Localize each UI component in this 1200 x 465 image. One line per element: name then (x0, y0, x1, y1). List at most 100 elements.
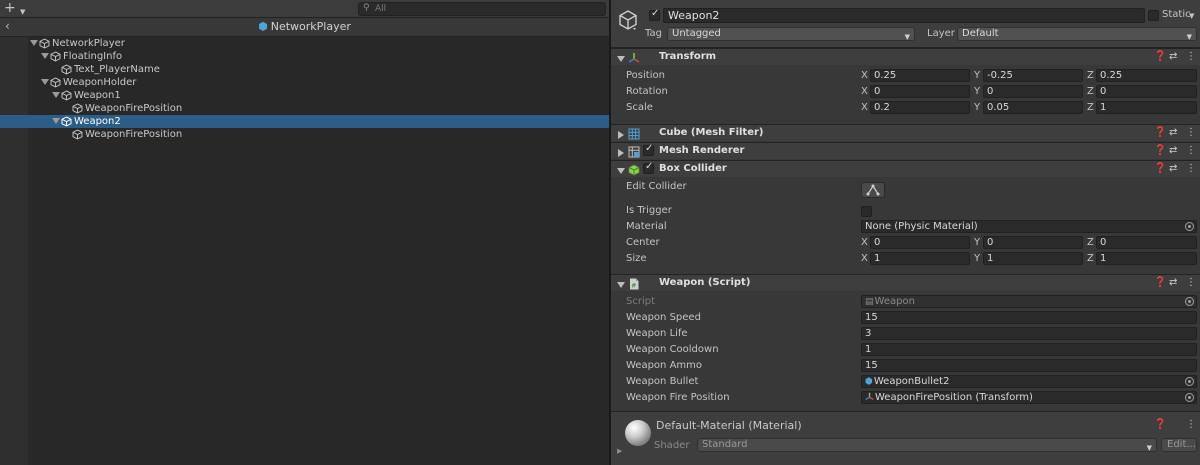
object-picker-icon[interactable] (1185, 377, 1194, 386)
more-options-icon[interactable]: ⋮ (1186, 277, 1196, 288)
size-y-field[interactable]: 1 (983, 252, 1083, 265)
center-x-field[interactable]: 0 (870, 236, 970, 249)
fold-open-icon[interactable] (617, 165, 625, 178)
hierarchy-item[interactable]: WeaponFirePosition (0, 102, 609, 115)
weapon-script-header[interactable]: # Weapon (Script) ❓ ⇄ ⋮ (611, 274, 1200, 291)
help-icon[interactable]: ❓ (1154, 127, 1166, 138)
script-field-input[interactable]: 3 (861, 327, 1197, 340)
edit-shader-button[interactable]: Edit... (1161, 438, 1197, 452)
component-tools: ❓ ⇄ ⋮ (1152, 145, 1196, 158)
help-icon[interactable]: ❓ (1154, 277, 1166, 288)
hierarchy-item[interactable]: WeaponFirePosition (0, 128, 609, 141)
fold-open-icon[interactable] (617, 279, 625, 292)
edit-collider-button[interactable] (861, 182, 885, 198)
fold-open-icon[interactable] (52, 91, 60, 99)
fold-open-icon[interactable] (30, 39, 38, 47)
scale-x-field[interactable]: 0.2 (870, 101, 970, 114)
object-picker-icon[interactable] (1185, 393, 1194, 402)
more-options-icon[interactable]: ⋮ (1186, 145, 1196, 156)
fold-open-icon[interactable] (41, 52, 49, 60)
more-options-icon[interactable]: ⋮ (1186, 419, 1196, 430)
script-value: Weapon (874, 296, 915, 307)
static-checkbox[interactable] (1148, 10, 1159, 21)
physic-material-field[interactable]: None (Physic Material) (861, 220, 1197, 233)
more-options-icon[interactable]: ⋮ (1186, 163, 1196, 174)
mesh-renderer-title: Mesh Renderer (659, 145, 745, 156)
mesh-filter-title: Cube (Mesh Filter) (659, 127, 764, 138)
script-field-label: Weapon Speed (626, 312, 701, 323)
preset-icon[interactable]: ⇄ (1169, 277, 1177, 288)
fold-open-icon[interactable] (617, 53, 625, 66)
more-options-icon[interactable]: ⋮ (1186, 51, 1196, 62)
mesh-renderer-icon (628, 146, 640, 161)
position-y-field[interactable]: -0.25 (983, 69, 1083, 82)
y-axis-label: Y (974, 237, 981, 248)
is-trigger-checkbox[interactable] (861, 206, 872, 217)
help-icon[interactable]: ❓ (1154, 163, 1166, 174)
center-y-field[interactable]: 0 (983, 236, 1083, 249)
object-picker-icon[interactable] (1185, 222, 1194, 231)
hierarchy-item[interactable]: Weapon1 (0, 89, 609, 102)
material-preview-sphere (625, 420, 651, 446)
prefab-cube-icon: ⬢ (258, 20, 268, 33)
gameobject-cube-icon (61, 90, 72, 101)
rotation-z-field[interactable]: 0 (1096, 85, 1197, 98)
script-field-input[interactable]: 15 (861, 359, 1197, 372)
weapon-fire-position-field[interactable]: WeaponFirePosition (Transform) (861, 391, 1197, 404)
scale-y-field[interactable]: 0.05 (983, 101, 1083, 114)
hierarchy-item[interactable]: NetworkPlayer (0, 37, 609, 50)
layer-dropdown[interactable]: Default ▼ (957, 27, 1197, 41)
size-x-field[interactable]: 1 (870, 252, 970, 265)
size-z-field[interactable]: 1 (1096, 252, 1197, 265)
tag-dropdown[interactable]: Untagged ▼ (667, 27, 915, 41)
scale-z-field[interactable]: 1 (1096, 101, 1197, 114)
center-z-field[interactable]: 0 (1096, 236, 1197, 249)
hierarchy-item[interactable]: Text_PlayerName (0, 63, 609, 76)
help-icon[interactable]: ❓ (1154, 51, 1166, 62)
mesh-renderer-header[interactable]: ✓ Mesh Renderer ❓ ⇄ ⋮ (611, 142, 1200, 159)
rotation-x-field[interactable]: 0 (870, 85, 970, 98)
object-name-input[interactable]: Weapon2 (663, 8, 1145, 23)
mesh-renderer-enabled-checkbox[interactable]: ✓ (643, 143, 654, 156)
hierarchy-search-input[interactable]: ⚲ All (358, 2, 606, 16)
mesh-filter-header[interactable]: Cube (Mesh Filter) ❓ ⇄ ⋮ (611, 124, 1200, 141)
hierarchy-item[interactable]: FloatingInfo (0, 50, 609, 63)
weapon-bullet-value: WeaponBullet2 (873, 376, 950, 387)
preset-icon[interactable]: ⇄ (1169, 145, 1177, 156)
help-icon[interactable]: ❓ (1154, 419, 1166, 430)
transform-header[interactable]: Transform ❓ ⇄ ⋮ (611, 48, 1200, 65)
gameobject-cube-icon (61, 116, 72, 127)
rotation-y-field[interactable]: 0 (983, 85, 1083, 98)
more-options-icon[interactable]: ⋮ (1186, 127, 1196, 138)
transform-title: Transform (659, 51, 717, 62)
transform-axes-icon (865, 392, 874, 403)
script-field-input[interactable]: 15 (861, 311, 1197, 324)
add-object-button[interactable]: + ▼ (4, 1, 30, 17)
fold-open-icon[interactable] (52, 117, 60, 125)
fold-closed-icon[interactable] (617, 147, 625, 160)
hierarchy-item[interactable]: Weapon2 (0, 115, 609, 128)
static-dropdown-icon[interactable]: ▼ (1189, 12, 1194, 20)
svg-text:#: # (631, 283, 636, 290)
fold-closed-icon[interactable]: ▶ (617, 447, 622, 455)
fold-closed-icon[interactable] (617, 129, 625, 142)
hierarchy-item[interactable]: WeaponHolder (0, 76, 609, 89)
search-placeholder: All (375, 4, 387, 14)
script-field-input[interactable]: 1 (861, 343, 1197, 356)
position-x-field[interactable]: 0.25 (870, 69, 970, 82)
shader-dropdown[interactable]: Standard ▼ (697, 438, 1157, 452)
weapon-bullet-label: Weapon Bullet (626, 376, 699, 387)
preset-icon[interactable]: ⇄ (1169, 163, 1177, 174)
position-z-field[interactable]: 0.25 (1096, 69, 1197, 82)
component-tools: ❓ ⇄ ⋮ (1152, 277, 1196, 290)
help-icon[interactable]: ❓ (1154, 145, 1166, 156)
active-checkbox[interactable]: ✓ (649, 8, 660, 21)
preset-icon[interactable]: ⇄ (1169, 127, 1177, 138)
fold-open-icon[interactable] (41, 78, 49, 86)
box-collider-header[interactable]: ✓ Box Collider ❓ ⇄ ⋮ (611, 160, 1200, 177)
preset-icon[interactable]: ⇄ (1169, 51, 1177, 62)
plus-icon: + (4, 0, 16, 16)
script-file-icon: ▤ (865, 297, 874, 307)
weapon-bullet-field[interactable]: ⬢WeaponBullet2 (861, 375, 1197, 388)
box-collider-enabled-checkbox[interactable]: ✓ (643, 161, 654, 174)
